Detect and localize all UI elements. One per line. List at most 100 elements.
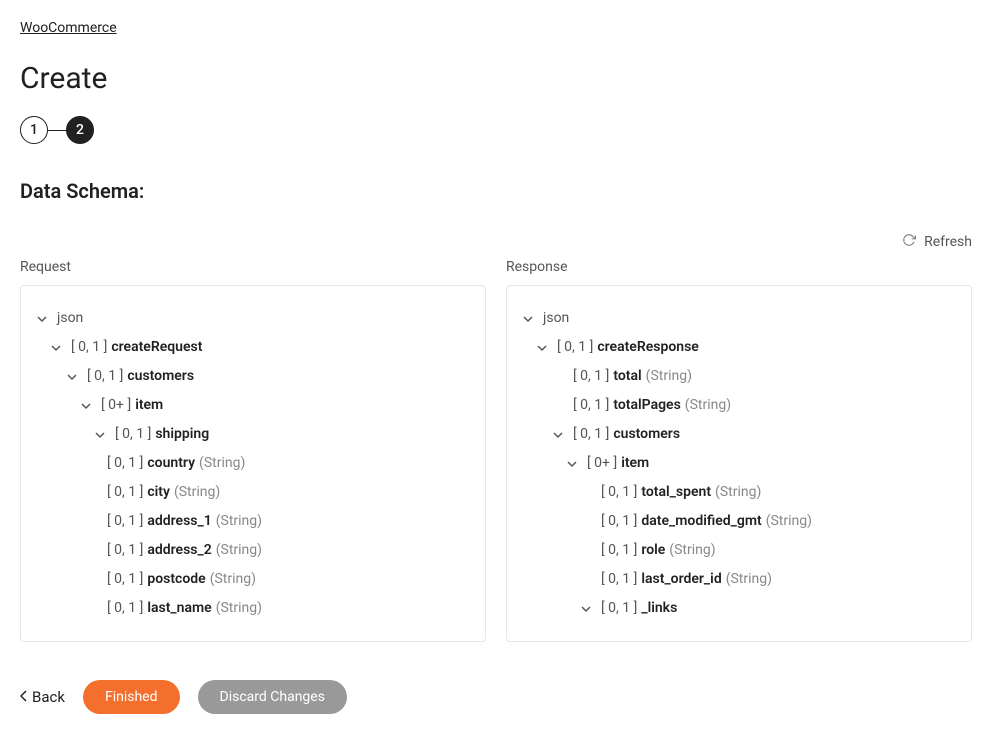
section-title: Data Schema: [20,179,972,203]
chevron-down-icon[interactable] [551,428,565,442]
cardinality: [ 0+ ] [587,453,617,474]
step-2[interactable]: 2 [66,116,94,144]
response-label: Response [506,259,972,275]
cardinality: [ 0, 1 ] [601,511,637,532]
tree-node-lastname[interactable]: [ 0, 1 ] last_name (String) [35,594,471,623]
discard-button[interactable]: Discard Changes [198,680,347,714]
cardinality: [ 0, 1 ] [107,511,143,532]
tree-node-customers[interactable]: [ 0, 1 ] customers [35,362,471,391]
field-type: (String) [726,569,772,590]
request-column: Request json [ 0, 1 ] createRequest [ [20,259,486,642]
chevron-down-icon[interactable] [79,399,93,413]
tree-node-totalpages[interactable]: [ 0, 1 ] totalPages (String) [521,391,957,420]
breadcrumb[interactable]: WooCommerce [20,20,117,36]
request-schema-box: json [ 0, 1 ] createRequest [ 0, 1 ] cus… [20,285,486,642]
back-label: Back [32,688,65,706]
cardinality: [ 0, 1 ] [601,540,637,561]
chevron-down-icon[interactable] [565,457,579,471]
field-name: role [641,540,665,561]
field-name: city [147,482,170,503]
tree-node-links[interactable]: [ 0, 1 ] _links [521,594,957,623]
cardinality: [ 0, 1 ] [107,482,143,503]
field-name: date_modified_gmt [641,511,761,532]
cardinality: [ 0, 1 ] [107,540,143,561]
cardinality: [ 0, 1 ] [107,453,143,474]
tree-node-totalspent[interactable]: [ 0, 1 ] total_spent (String) [521,478,957,507]
tree-node-total[interactable]: [ 0, 1 ] total (String) [521,362,957,391]
tree-node-address1[interactable]: [ 0, 1 ] address_1 (String) [35,507,471,536]
chevron-down-icon[interactable] [93,428,107,442]
chevron-left-icon [20,688,28,706]
field-name: last_name [147,598,211,619]
field-type: (String) [715,482,761,503]
cardinality: [ 0, 1 ] [601,569,637,590]
field-name: country [147,453,195,474]
tree-node-shipping[interactable]: [ 0, 1 ] shipping [35,420,471,449]
tree-node-role[interactable]: [ 0, 1 ] role (String) [521,536,957,565]
back-button[interactable]: Back [20,688,65,706]
field-name: total [613,366,641,387]
refresh-icon [902,233,916,251]
field-name: total_spent [641,482,711,503]
field-type: (String) [174,482,220,503]
tree-node-city[interactable]: [ 0, 1 ] city (String) [35,478,471,507]
field-name: postcode [147,569,205,590]
cardinality: [ 0, 1 ] [601,482,637,503]
tree-node-json[interactable]: json [35,304,471,333]
field-name: shipping [155,424,209,445]
page-title: Create [20,61,972,96]
cardinality: [ 0, 1 ] [573,395,609,416]
cardinality: [ 0, 1 ] [71,337,107,358]
tree-node-country[interactable]: [ 0, 1 ] country (String) [35,449,471,478]
field-name: address_1 [147,511,211,532]
step-connector [48,130,66,131]
chevron-down-icon[interactable] [535,341,549,355]
footer-actions: Back Finished Discard Changes [20,680,972,714]
tree-node-datemodified[interactable]: [ 0, 1 ] date_modified_gmt (String) [521,507,957,536]
tree-node-address2[interactable]: [ 0, 1 ] address_2 (String) [35,536,471,565]
chevron-down-icon[interactable] [49,341,63,355]
cardinality: [ 0, 1 ] [557,337,593,358]
step-1[interactable]: 1 [20,116,48,144]
chevron-down-icon[interactable] [579,602,593,616]
field-name: createResponse [597,337,698,358]
chevron-down-icon[interactable] [35,312,49,326]
field-type: (String) [199,453,245,474]
chevron-down-icon[interactable] [521,312,535,326]
tree-node-postcode[interactable]: [ 0, 1 ] postcode (String) [35,565,471,594]
cardinality: [ 0, 1 ] [87,366,123,387]
field-type: (String) [210,569,256,590]
request-label: Request [20,259,486,275]
cardinality: [ 0+ ] [101,395,131,416]
field-type: (String) [766,511,812,532]
field-name: address_2 [147,540,211,561]
node-label: json [543,308,569,329]
response-column: Response json [ 0, 1 ] createResponse [ … [506,259,972,642]
field-type: (String) [669,540,715,561]
field-name: _links [641,598,677,619]
cardinality: [ 0, 1 ] [573,366,609,387]
field-name: last_order_id [641,569,721,590]
field-name: customers [127,366,194,387]
chevron-down-icon[interactable] [65,370,79,384]
field-type: (String) [216,511,262,532]
cardinality: [ 0, 1 ] [107,598,143,619]
tree-node-customers[interactable]: [ 0, 1 ] customers [521,420,957,449]
field-name: customers [613,424,680,445]
field-name: item [621,453,649,474]
tree-node-item[interactable]: [ 0+ ] item [521,449,957,478]
tree-node-lastorderid[interactable]: [ 0, 1 ] last_order_id (String) [521,565,957,594]
field-name: createRequest [111,337,202,358]
tree-node-createresponse[interactable]: [ 0, 1 ] createResponse [521,333,957,362]
cardinality: [ 0, 1 ] [115,424,151,445]
tree-node-item[interactable]: [ 0+ ] item [35,391,471,420]
cardinality: [ 0, 1 ] [573,424,609,445]
refresh-button[interactable]: Refresh [902,233,972,251]
field-type: (String) [646,366,692,387]
field-type: (String) [216,598,262,619]
finished-button[interactable]: Finished [83,680,180,714]
cardinality: [ 0, 1 ] [107,569,143,590]
tree-node-json[interactable]: json [521,304,957,333]
cardinality: [ 0, 1 ] [601,598,637,619]
tree-node-createrequest[interactable]: [ 0, 1 ] createRequest [35,333,471,362]
